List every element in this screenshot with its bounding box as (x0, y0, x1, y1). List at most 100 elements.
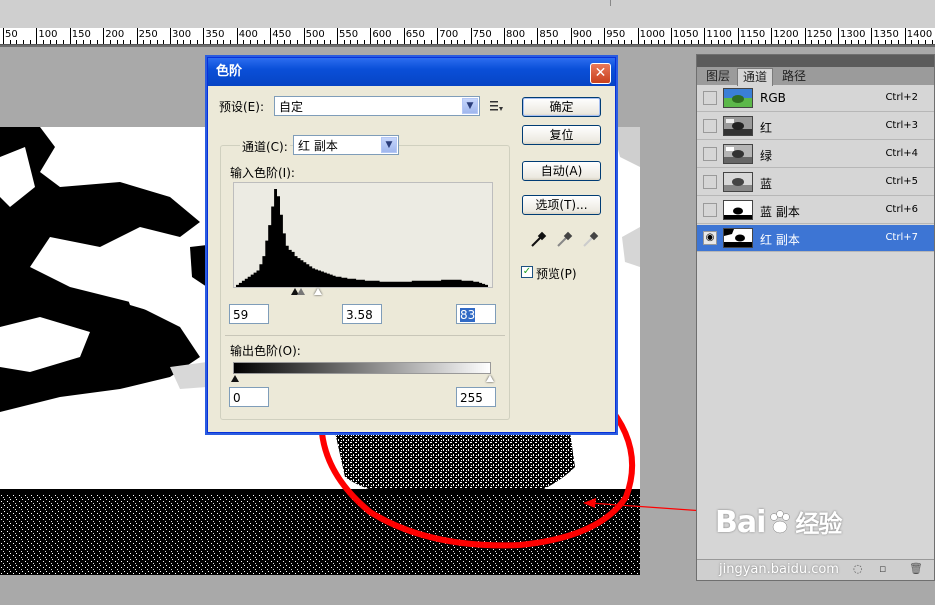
ruler-major-tick (537, 28, 539, 44)
ruler-label: 500 (305, 29, 325, 40)
gray-eyedropper-icon[interactable] (554, 230, 574, 250)
options-bar (0, 0, 935, 28)
ruler-major-tick (637, 28, 639, 44)
channel-thumbnail (723, 172, 753, 192)
auto-button[interactable]: 自动(A) (522, 161, 601, 181)
ruler-major-tick (136, 28, 138, 44)
visibility-eye-icon[interactable] (703, 147, 717, 161)
ruler-label: 1050 (673, 29, 699, 40)
output-black-slider[interactable] (231, 375, 239, 382)
tab-paths[interactable]: 路径 (777, 68, 811, 85)
ok-button[interactable]: 确定 (522, 97, 601, 117)
ruler-major-tick (470, 28, 472, 44)
ruler-label: 1400 (906, 29, 933, 40)
visibility-eye-icon[interactable]: ◉ (703, 231, 717, 245)
tab-channels[interactable]: 通道 (737, 68, 774, 86)
ruler-major-tick (704, 28, 706, 44)
channel-thumbnail (723, 116, 753, 136)
histogram-shape (236, 189, 488, 287)
new-channel-icon[interactable]: ▫ (879, 562, 886, 575)
output-black-field[interactable]: 0 (229, 387, 269, 407)
ruler-major-tick (771, 28, 773, 44)
channel-row-green[interactable]: 绿 Ctrl+4 (697, 141, 934, 168)
channel-value: 红 副本 (298, 139, 338, 153)
ruler-major-tick (337, 28, 338, 44)
channel-name: 蓝 副本 (760, 205, 800, 219)
baidu-watermark: Bai 经验 jingyan.baidu.com (715, 504, 842, 577)
channel-select[interactable]: 红 副本 ▼ (293, 135, 399, 155)
channel-name: 红 副本 (760, 233, 800, 247)
watermark-logo: Bai (715, 505, 766, 540)
ruler-label: 1100 (706, 29, 732, 40)
ruler-major-tick (170, 28, 171, 44)
channels-panel: 图层 通道 路径 RGB Ctrl+2 红 Ctrl+3 绿 Ctrl+4 蓝 Ctrl+5 蓝 副… (696, 54, 935, 581)
preset-value: 自定 (279, 100, 304, 114)
close-icon: ✕ (594, 65, 607, 81)
white-eyedropper-icon[interactable] (580, 230, 600, 250)
dialog-title: 色阶 (216, 64, 243, 79)
input-white-field[interactable]: 83 (456, 304, 496, 324)
channel-row-blue-copy[interactable]: 蓝 副本 Ctrl+6 (697, 197, 934, 224)
channel-row-red-copy[interactable]: ◉ 红 副本 Ctrl+7 (697, 225, 934, 252)
reset-button[interactable]: 复位 (522, 125, 601, 145)
ruler-label: 250 (138, 29, 158, 40)
ruler-label: 450 (272, 29, 292, 40)
ruler-major-tick (3, 28, 4, 44)
ruler-major-tick (871, 28, 873, 44)
preview-checkbox[interactable]: ✓ (521, 266, 533, 278)
ruler-label: 800 (506, 29, 526, 40)
channel-name: RGB (760, 91, 786, 105)
ruler-label: 750 (472, 29, 492, 40)
channel-row-rgb[interactable]: RGB Ctrl+2 (697, 85, 934, 112)
input-gamma-slider[interactable] (297, 288, 305, 295)
horizontal-ruler: 50 100 150 200 250 300 350 400 450 500 550 600 650 70… (0, 28, 935, 45)
dialog-titlebar[interactable]: 色阶 (208, 58, 615, 86)
input-gamma-field[interactable]: 3.58 (342, 304, 382, 324)
channel-row-blue[interactable]: 蓝 Ctrl+5 (697, 169, 934, 196)
paw-icon (767, 510, 793, 536)
visibility-eye-icon[interactable] (703, 119, 717, 133)
ruler-major-tick (804, 28, 806, 44)
ruler-major-tick (203, 28, 205, 44)
close-button[interactable]: ✕ (590, 63, 611, 84)
chevron-down-icon: ▼ (381, 137, 397, 153)
load-selection-icon[interactable]: ◌ (853, 562, 863, 575)
preset-options-icon[interactable] (489, 99, 503, 113)
ruler-label: 350 (205, 29, 225, 40)
channel-thumbnail (723, 228, 753, 248)
ruler-major-tick (403, 28, 405, 44)
ruler-major-tick (904, 28, 906, 44)
channel-label: 通道(C): (240, 138, 290, 155)
ruler-label: 1250 (806, 29, 833, 40)
ruler-major-tick (69, 28, 71, 44)
visibility-eye-icon[interactable] (703, 203, 717, 217)
black-eyedropper-icon[interactable] (528, 230, 548, 250)
preview-label: 预览(P) (536, 267, 577, 281)
ruler-label: 1150 (739, 29, 766, 40)
channel-shortcut: Ctrl+3 (885, 120, 918, 131)
watermark-suffix: 经验 (795, 510, 842, 538)
ruler-label: 700 (439, 29, 459, 40)
visibility-eye-icon[interactable] (703, 91, 717, 105)
input-black-field[interactable]: 59 (229, 304, 269, 324)
check-icon: ✓ (522, 266, 532, 277)
histogram (233, 182, 493, 288)
ruler-major-tick (838, 28, 839, 44)
output-gradient (233, 362, 491, 374)
preset-select[interactable]: 自定 ▼ (274, 96, 480, 116)
channel-shortcut: Ctrl+7 (885, 232, 918, 243)
options-button[interactable]: 选项(T)... (522, 195, 601, 215)
output-levels-label: 输出色阶(O): (230, 344, 301, 358)
preset-label: 预设(E): (219, 100, 264, 114)
ruler-major-tick (236, 28, 238, 44)
delete-channel-icon[interactable]: 🗑 (909, 562, 923, 575)
channel-row-red[interactable]: 红 Ctrl+3 (697, 113, 934, 140)
tab-layers[interactable]: 图层 (701, 68, 735, 85)
output-white-slider[interactable] (486, 375, 494, 382)
output-white-field[interactable]: 255 (456, 387, 496, 407)
channel-name: 红 (760, 121, 773, 135)
panel-header[interactable] (697, 55, 934, 67)
ruler-label: 150 (71, 29, 91, 40)
input-white-slider[interactable] (314, 288, 322, 295)
visibility-eye-icon[interactable] (703, 175, 717, 189)
